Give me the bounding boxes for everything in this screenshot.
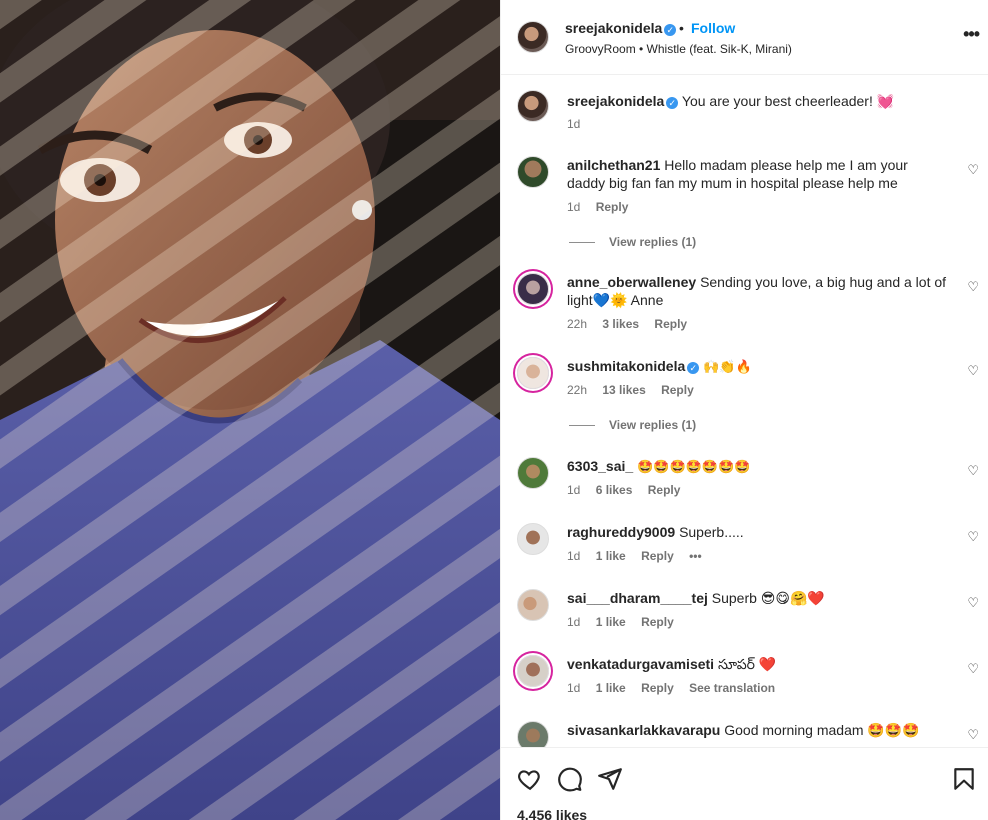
header-separator: • [679,20,684,36]
comment-avatar[interactable] [517,357,549,389]
comment-likes[interactable]: 1 like [596,549,626,563]
comment-username[interactable]: venkatadurgavamiseti [567,656,714,672]
likes-count[interactable]: 4,456 likes [517,807,587,820]
like-comment-heart-icon[interactable]: ♡ [967,529,979,545]
verified-badge-icon: ✓ [687,362,700,374]
caption-username[interactable]: sreejakonidela [567,93,664,109]
comment-text: 6303_sai_ 🤩🤩🤩🤩🤩🤩🤩 [567,458,751,474]
view-replies-button[interactable]: View replies (1) [569,235,696,249]
comment-meta: 1d 1 like Reply ••• [567,549,702,563]
like-comment-heart-icon[interactable]: ♡ [967,595,979,611]
reply-button[interactable]: Reply [641,549,674,563]
verified-badge-icon: ✓ [666,97,679,109]
author-username[interactable]: sreejakonidela ✓ [565,20,677,36]
divider-line [569,425,595,427]
like-comment-heart-icon[interactable]: ♡ [967,363,979,379]
reply-button[interactable]: Reply [661,383,694,397]
comment-avatar[interactable] [517,156,549,188]
more-options-icon[interactable]: ••• [963,24,980,45]
follow-button[interactable]: Follow [691,20,735,36]
comment-text: anne_oberwalleney Sending you love, a bi… [567,274,947,308]
selfie-illustration [0,0,500,820]
see-translation-button[interactable]: See translation [689,681,775,695]
heart-icon[interactable] [517,766,543,792]
comment-text: sai___dharam____tej Superb 😎😋🤗❤️ [567,590,825,606]
post-details-panel: sreejakonidela ✓ • Follow GroovyRoom • Wh… [500,0,988,820]
reply-button[interactable]: Reply [648,483,681,497]
post-photo[interactable] [0,0,500,820]
reply-button[interactable]: Reply [654,317,687,331]
comment-text: anilchethan21 Hello madam please help me… [567,157,908,191]
comment-avatar[interactable] [517,273,549,305]
comment-meta: 1d Reply [567,200,629,214]
comment-username[interactable]: sai___dharam____tej [567,590,708,606]
comment-likes[interactable]: 1 like [596,681,626,695]
comment-text: raghureddy9009 Superb..... [567,524,744,540]
comment-username[interactable]: anne_oberwalleney [567,274,696,290]
comment-username[interactable]: anilchethan21 [567,157,660,173]
bookmark-icon[interactable] [951,766,977,792]
comment-avatar[interactable] [517,523,549,555]
like-comment-heart-icon[interactable]: ♡ [967,463,979,479]
instagram-post-view: sreejakonidela ✓ • Follow GroovyRoom • Wh… [0,0,988,820]
divider-line [569,242,595,244]
reply-button[interactable]: Reply [641,615,674,629]
comment-text: venkatadurgavamiseti సూపర్ ❤️ [567,656,777,672]
comments-list[interactable]: sreejakonidela ✓ You are your best cheerl… [501,75,988,747]
comment-likes[interactable]: 13 likes [602,383,645,397]
comment-avatar[interactable] [517,655,549,687]
comment-text: sushmitakonidela ✓ 🙌👏🔥 [567,358,752,374]
comment-likes[interactable]: 3 likes [602,317,639,331]
verified-badge-icon: ✓ [664,24,677,36]
caption-text: sreejakonidela ✓ You are your best cheerl… [567,93,895,109]
view-replies-button[interactable]: View replies (1) [569,418,696,432]
comment-icon[interactable] [557,766,583,792]
comment-avatar[interactable] [517,589,549,621]
comment-likes[interactable]: 6 likes [596,483,633,497]
caption-meta: 1d [567,117,581,131]
comment-meta: 1d 1 like Reply See translation [567,681,776,695]
comment-meta: 1d 1 like Reply [567,615,674,629]
like-comment-heart-icon[interactable]: ♡ [967,727,979,743]
like-comment-heart-icon[interactable]: ♡ [967,279,979,295]
post-header: sreejakonidela ✓ • Follow GroovyRoom • Wh… [501,0,988,75]
comment-meta: 22h 3 likes Reply [567,317,688,331]
like-comment-heart-icon[interactable]: ♡ [967,661,979,677]
comment-meta: 1d 6 likes Reply [567,483,681,497]
comment-meta: 22h 13 likes Reply [567,383,694,397]
comment-likes[interactable]: 1 like [596,615,626,629]
audio-track[interactable]: GroovyRoom • Whistle (feat. Sik-K, Miran… [565,42,792,56]
comment-text: sivasankarlakkavarapu Good morning madam… [567,722,920,738]
comment-avatar[interactable] [517,457,549,489]
author-avatar[interactable] [517,21,549,53]
post-actions-bar: 4,456 likes [501,747,988,820]
reply-button[interactable]: Reply [596,200,629,214]
comment-username[interactable]: sivasankarlakkavarapu [567,722,720,738]
caption-avatar[interactable] [517,90,549,122]
comment-username[interactable]: sushmitakonidela [567,358,685,374]
comment-username[interactable]: raghureddy9009 [567,524,675,540]
reply-button[interactable]: Reply [641,681,674,695]
like-comment-heart-icon[interactable]: ♡ [967,162,979,178]
share-icon[interactable] [597,766,623,792]
comment-avatar[interactable] [517,721,549,747]
comment-username[interactable]: 6303_sai_ [567,458,633,474]
comment-options-icon[interactable]: ••• [689,549,702,563]
